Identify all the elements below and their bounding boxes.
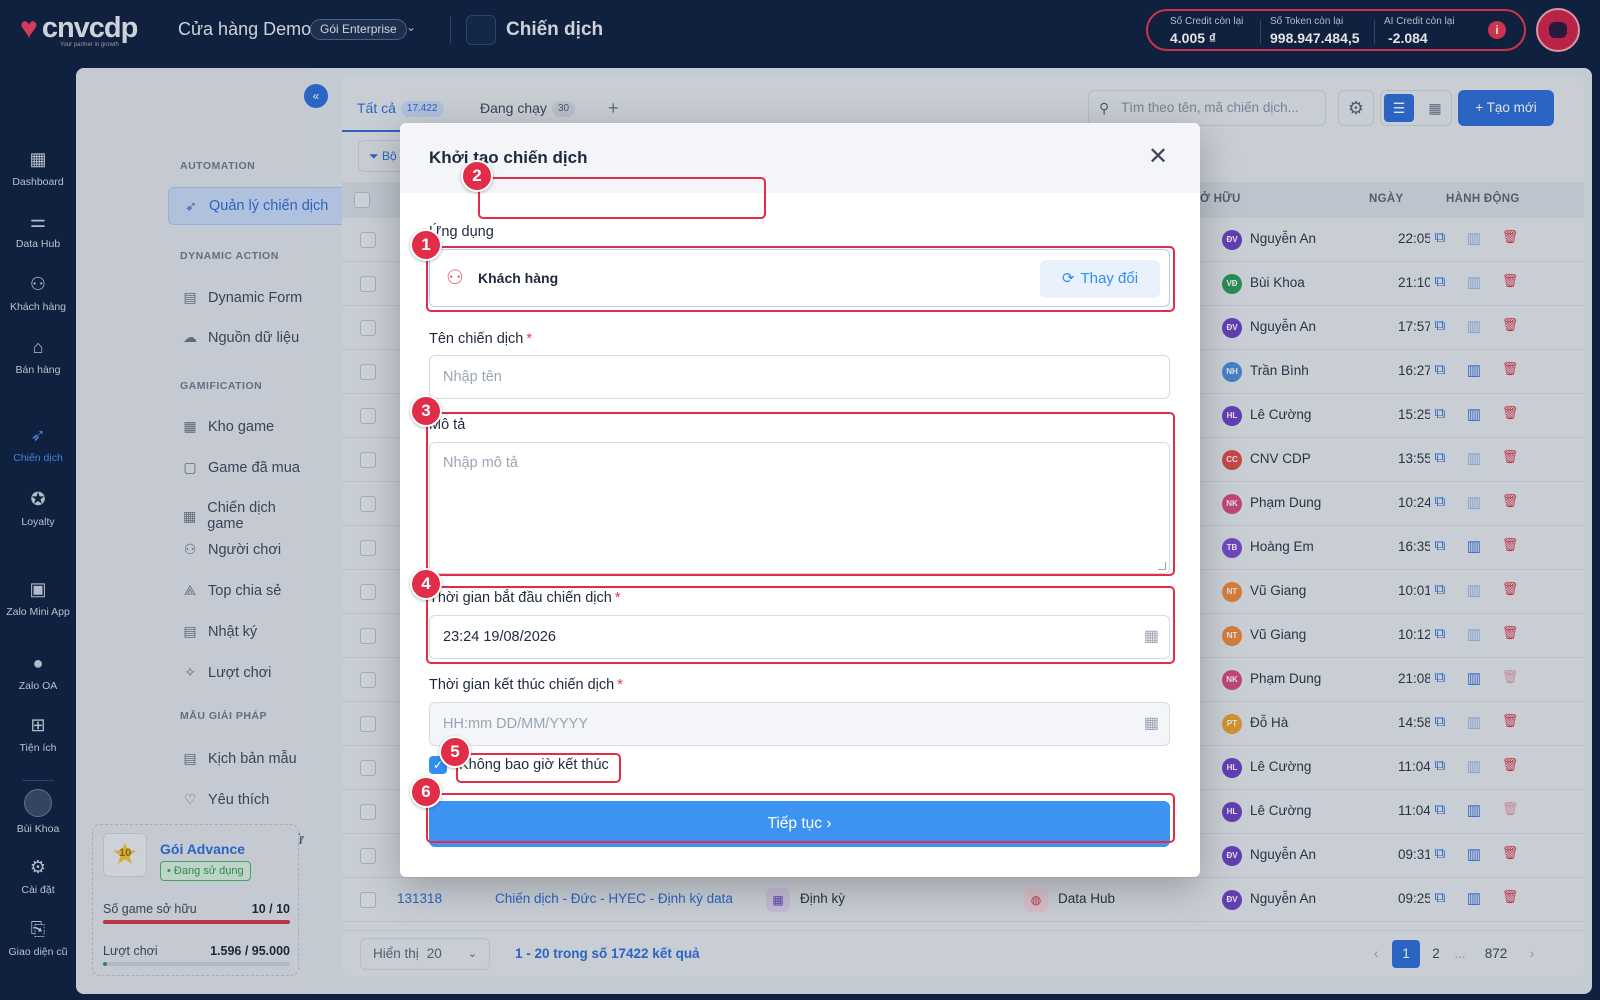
annotation-box-6 bbox=[426, 793, 1175, 843]
end-time-label-text: Thời gian kết thúc chiến dịch bbox=[429, 677, 615, 693]
end-time-placeholder: HH:mm DD/MM/YYYY bbox=[443, 716, 588, 732]
end-time-input[interactable]: HH:mm DD/MM/YYYY ▦ bbox=[429, 702, 1170, 746]
annotation-box-1 bbox=[426, 246, 1175, 312]
annotation-badge-5: 5 bbox=[439, 736, 471, 768]
annotation-badge-1: 1 bbox=[410, 229, 442, 261]
end-time-label: Thời gian kết thúc chiến dịch * bbox=[429, 677, 623, 693]
annotation-badge-6: 6 bbox=[410, 776, 442, 808]
annotation-box-4 bbox=[426, 586, 1175, 664]
annotation-box-5 bbox=[456, 753, 621, 783]
calendar-icon[interactable]: ▦ bbox=[1144, 703, 1159, 745]
campaign-name-label: Tên chiến dịch * bbox=[429, 331, 532, 347]
close-icon[interactable]: ✕ bbox=[1148, 145, 1168, 169]
annotation-box-2 bbox=[478, 177, 766, 219]
campaign-name-placeholder: Nhập tên bbox=[443, 369, 502, 385]
required-marker: * bbox=[526, 331, 532, 347]
annotation-box-3 bbox=[426, 412, 1175, 576]
campaign-name-input[interactable]: Nhập tên bbox=[429, 355, 1170, 399]
campaign-name-label-text: Tên chiến dịch bbox=[429, 331, 524, 347]
modal-title: Khởi tạo chiến dịch bbox=[429, 148, 588, 167]
annotation-badge-2: 2 bbox=[461, 160, 493, 192]
annotation-badge-4: 4 bbox=[410, 568, 442, 600]
annotation-badge-3: 3 bbox=[410, 395, 442, 427]
required-marker: * bbox=[617, 677, 623, 693]
